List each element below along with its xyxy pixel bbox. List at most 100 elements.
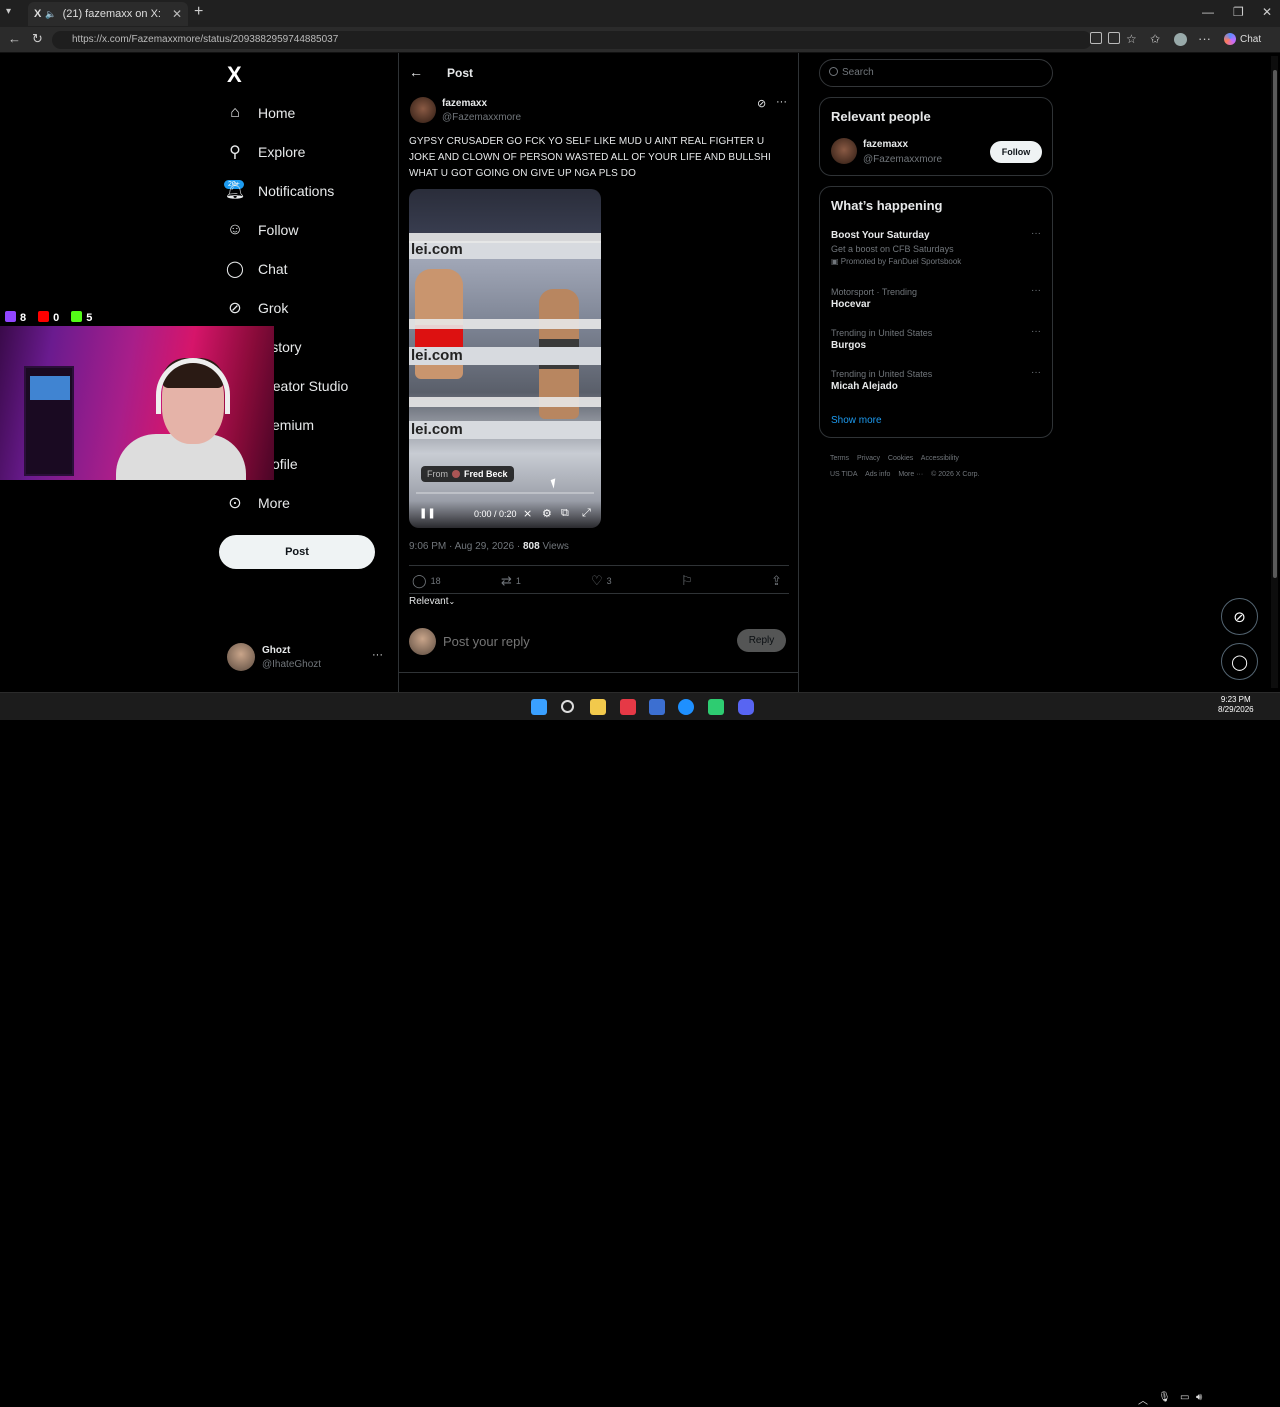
search-icon[interactable] (561, 700, 574, 713)
grok-floating-button[interactable]: ⊘ (1221, 598, 1258, 635)
close-tab-icon[interactable]: ✕ (172, 7, 182, 21)
person-plus-icon: ☺ (226, 221, 244, 238)
url-field[interactable]: https://x.com/Fazemaxxmore/status/209388… (52, 31, 1092, 49)
reply-action[interactable]: ◯ 18 (412, 573, 441, 589)
restore-icon[interactable]: ❐ (1233, 5, 1244, 19)
nav-label: Follow (258, 222, 299, 238)
profile-icon[interactable] (1174, 33, 1187, 46)
footer-link[interactable]: More ··· (898, 471, 923, 478)
back-icon[interactable]: ← (8, 31, 21, 46)
new-tab-icon[interactable]: + (194, 3, 203, 21)
trend-item[interactable]: Boost Your Saturday Get a boost on CFB S… (831, 228, 1041, 266)
video-source-label[interactable]: From Fred Beck (421, 466, 514, 482)
share-action[interactable]: ⇪ (771, 573, 782, 589)
trend-more-icon[interactable]: ··· (1031, 228, 1041, 239)
mute-icon[interactable]: ⨯ (523, 507, 532, 520)
tab-actions-icon[interactable]: ▾ (6, 6, 11, 17)
footer-link[interactable]: Privacy (857, 455, 880, 462)
follow-button[interactable]: Follow (990, 141, 1042, 163)
photos-icon[interactable] (649, 699, 665, 715)
app-icon[interactable] (1090, 32, 1102, 44)
app-icon[interactable] (620, 699, 636, 715)
youtube-counter: 0 (38, 310, 59, 324)
settings-more-icon[interactable]: ··· (1198, 31, 1211, 46)
trend-more-icon[interactable]: ··· (1031, 285, 1041, 296)
browser-tab[interactable]: X 🔈 (21) fazemaxx on X: "GYPSY C ✕ (28, 2, 188, 26)
scrollbar-thumb[interactable] (1273, 70, 1277, 578)
nav-label: Chat (258, 261, 288, 277)
nav-label: More (258, 495, 290, 511)
tray-chevron-icon[interactable]: ︿ (1138, 1392, 1148, 1407)
nav-explore[interactable]: ⚲ Explore (226, 137, 305, 167)
bookmark-action[interactable]: ⚐ (681, 573, 693, 589)
post-timestamp[interactable]: 9:06 PM · Aug 29, 2026 · (409, 541, 520, 552)
network-icon[interactable]: ▭ (1180, 1392, 1189, 1403)
footer-link[interactable]: Accessibility (921, 455, 959, 462)
settings-gear-icon[interactable]: ⚙ (542, 507, 552, 520)
messages-floating-button[interactable]: ◯ (1221, 643, 1258, 680)
reader-icon[interactable] (1108, 32, 1120, 44)
reply-button[interactable]: Reply (737, 629, 786, 652)
close-window-icon[interactable]: ✕ (1262, 5, 1272, 19)
person-name[interactable]: fazemaxx (863, 139, 908, 150)
footer-link[interactable]: US TIDA (830, 471, 858, 478)
grok-explain-icon[interactable]: ⊘ (757, 97, 766, 110)
video-time: 0:00 / 0:20 (474, 509, 517, 519)
footer-link[interactable]: Ads info (865, 471, 890, 478)
taskbar-clock[interactable]: 9:23 PM 8/29/2026 (1218, 695, 1254, 715)
account-more-icon[interactable]: ··· (372, 649, 383, 661)
like-action[interactable]: ♡ 3 (591, 573, 612, 589)
post-more-icon[interactable]: ··· (776, 96, 787, 108)
video-progress-bar[interactable] (416, 492, 594, 494)
favorite-star-icon[interactable]: ☆ (1126, 32, 1137, 46)
ring-rope (409, 319, 601, 329)
x-logo[interactable]: X (227, 62, 242, 88)
nav-home[interactable]: ⌂ Home (226, 98, 295, 128)
speaker-icon[interactable]: 🔈 (45, 9, 56, 20)
trend-item[interactable]: Trending in United States Burgos ··· (831, 326, 1041, 351)
favorites-icon[interactable]: ✩ (1150, 32, 1160, 46)
author-name[interactable]: fazemaxx (442, 98, 487, 109)
discord-icon[interactable] (738, 699, 754, 715)
footer-link[interactable]: Cookies (888, 455, 913, 462)
copilot-chat-button[interactable]: Chat (1224, 33, 1261, 45)
reply-sort-dropdown[interactable]: Relevant⌄ (409, 596, 455, 607)
start-icon[interactable] (531, 699, 547, 715)
author-handle[interactable]: @Fazemaxxmore (442, 112, 521, 123)
trend-item[interactable]: Trending in United States Micah Alejado … (831, 367, 1041, 392)
account-name: Ghozt (262, 645, 291, 656)
search-input[interactable]: Search (819, 59, 1053, 87)
minimize-icon[interactable]: — (1202, 5, 1214, 19)
nav-follow[interactable]: ☺ Follow (226, 215, 299, 245)
account-switcher[interactable]: Ghozt @IhateGhozt ··· (227, 643, 387, 675)
repost-action[interactable]: ⇄ 1 (501, 573, 521, 589)
nav-grok[interactable]: ⊘ Grok (226, 293, 288, 323)
kick-icon (71, 310, 83, 322)
pip-icon[interactable]: ⧉ (561, 507, 569, 520)
repost-count: 1 (515, 576, 521, 586)
nav-more[interactable]: ⊙ More (226, 488, 290, 518)
trend-item[interactable]: Motorsport · Trending Hocevar ··· (831, 285, 1041, 310)
author-avatar[interactable] (410, 97, 436, 123)
nav-chat[interactable]: ◯ Chat (226, 254, 288, 284)
microphone-icon[interactable]: 🎙︎ (1158, 1392, 1171, 1403)
avatar[interactable] (831, 138, 857, 164)
volume-icon[interactable]: 🔊︎ (1196, 1392, 1202, 1403)
reply-input[interactable] (443, 634, 723, 649)
post-button[interactable]: Post (219, 535, 375, 569)
edge-icon[interactable] (678, 699, 694, 715)
trend-name: Boost Your Saturday (831, 230, 930, 241)
refresh-icon[interactable]: ↻ (32, 31, 43, 47)
file-explorer-icon[interactable] (590, 699, 606, 715)
trend-more-icon[interactable]: ··· (1031, 326, 1041, 337)
show-more-link[interactable]: Show more (831, 415, 882, 426)
pause-icon[interactable]: ❚❚ (419, 508, 436, 519)
trend-more-icon[interactable]: ··· (1031, 367, 1041, 378)
video-banner: lei.com (409, 347, 601, 365)
back-arrow-icon[interactable]: ← (409, 64, 423, 80)
nav-notifications[interactable]: 🔔︎ Notifications (225, 176, 334, 206)
fullscreen-icon[interactable]: ⤢ (582, 507, 591, 520)
app-icon[interactable] (708, 699, 724, 715)
person-handle[interactable]: @Fazemaxxmore (863, 154, 942, 165)
footer-link[interactable]: Terms (830, 455, 849, 462)
